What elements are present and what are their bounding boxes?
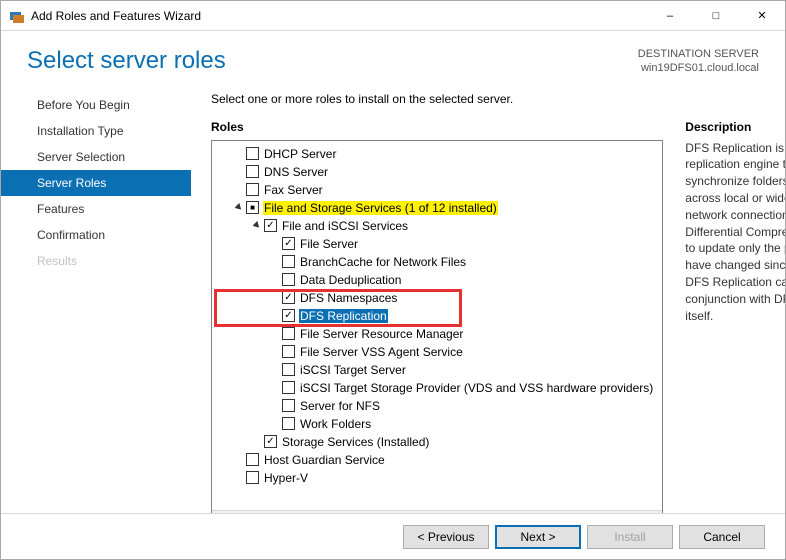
header: Select server roles DESTINATION SERVER w… [1,31,785,84]
role-checkbox[interactable] [246,201,259,214]
role-checkbox[interactable] [282,237,295,250]
role-label[interactable]: iSCSI Target Server [299,363,407,377]
install-button: Install [587,525,673,549]
description-column: Description DFS Replication is a multima… [685,120,785,513]
wizard-step-results: Results [1,248,191,274]
roles-tree[interactable]: DHCP Server DNS Server Fax Server File and … [211,140,663,513]
role-label[interactable]: File Server Resource Manager [299,327,464,341]
role-label[interactable]: Fax Server [263,183,324,197]
role-checkbox[interactable] [282,273,295,286]
role-checkbox[interactable] [246,165,259,178]
role-label[interactable]: BranchCache for Network Files [299,255,467,269]
wizard-step-installation-type[interactable]: Installation Type [1,118,191,144]
next-button[interactable]: Next > [495,525,581,549]
role-label[interactable]: DHCP Server [263,147,337,161]
role-item[interactable]: Data Deduplication [212,271,662,289]
role-checkbox[interactable] [282,309,295,322]
minimize-button[interactable]: – [647,1,693,31]
role-label[interactable]: DFS Replication [299,309,388,323]
role-label[interactable]: Storage Services (Installed) [281,435,430,449]
role-item[interactable]: DNS Server [212,163,662,181]
role-checkbox[interactable] [282,345,295,358]
role-label[interactable]: Hyper-V [263,471,309,485]
main-panel: Select one or more roles to install on t… [191,84,785,513]
close-button[interactable]: ✕ [739,1,785,31]
maximize-button[interactable]: □ [693,1,739,31]
role-checkbox[interactable] [264,435,277,448]
role-checkbox[interactable] [246,147,259,160]
role-item[interactable]: File and Storage Services (1 of 12 insta… [212,199,662,217]
role-item[interactable]: File and iSCSI Services [212,217,662,235]
server-manager-icon [9,8,25,24]
role-checkbox[interactable] [282,327,295,340]
previous-button[interactable]: < Previous [403,525,489,549]
collapse-icon[interactable] [250,221,264,230]
role-item[interactable]: BranchCache for Network Files [212,253,662,271]
role-checkbox[interactable] [282,255,295,268]
role-item[interactable]: DHCP Server [212,145,662,163]
role-item[interactable]: DFS Namespaces [212,289,662,307]
role-item[interactable]: iSCSI Target Server [212,361,662,379]
wizard-step-server-roles[interactable]: Server Roles [1,170,191,196]
role-label[interactable]: iSCSI Target Storage Provider (VDS and V… [299,381,654,395]
role-checkbox[interactable] [282,417,295,430]
columns: Roles DHCP Server DNS Server Fax Server Fil… [191,120,785,513]
wizard-steps: Before You BeginInstallation TypeServer … [1,84,191,513]
role-checkbox[interactable] [282,381,295,394]
role-label[interactable]: File Server [299,237,359,251]
role-checkbox[interactable] [282,363,295,376]
role-checkbox[interactable] [246,183,259,196]
role-label[interactable]: File and Storage Services (1 of 12 insta… [263,201,498,215]
role-checkbox[interactable] [282,291,295,304]
role-item[interactable]: Host Guardian Service [212,451,662,469]
role-label[interactable]: Work Folders [299,417,372,431]
role-label[interactable]: Host Guardian Service [263,453,386,467]
role-item[interactable]: Hyper-V [212,469,662,487]
destination-info: DESTINATION SERVER win19DFS01.cloud.loca… [638,47,759,76]
description-heading: Description [685,120,785,134]
role-label[interactable]: DNS Server [263,165,329,179]
horizontal-scrollbar[interactable] [212,510,662,513]
button-row: < Previous Next > Install Cancel [1,513,785,559]
description-text: DFS Replication is a multimaster replica… [685,140,785,325]
role-label[interactable]: Server for NFS [299,399,381,413]
collapse-icon[interactable] [232,203,246,212]
wizard-window: Add Roles and Features Wizard – □ ✕ Sele… [0,0,786,560]
role-label[interactable]: File and iSCSI Services [281,219,409,233]
role-item[interactable]: Work Folders [212,415,662,433]
role-label[interactable]: Data Deduplication [299,273,402,287]
role-checkbox[interactable] [264,219,277,232]
window-controls: – □ ✕ [647,1,785,31]
destination-label: DESTINATION SERVER [638,47,759,61]
instruction-text: Select one or more roles to install on t… [191,92,785,106]
content: Before You BeginInstallation TypeServer … [1,84,785,513]
wizard-step-server-selection[interactable]: Server Selection [1,144,191,170]
role-checkbox[interactable] [246,453,259,466]
window-title: Add Roles and Features Wizard [31,9,647,23]
wizard-step-confirmation[interactable]: Confirmation [1,222,191,248]
roles-heading: Roles [211,120,663,134]
role-item[interactable]: Fax Server [212,181,662,199]
role-item[interactable]: iSCSI Target Storage Provider (VDS and V… [212,379,662,397]
wizard-step-features[interactable]: Features [1,196,191,222]
role-label[interactable]: DFS Namespaces [299,291,398,305]
cancel-button[interactable]: Cancel [679,525,765,549]
page-title: Select server roles [27,47,226,75]
role-item[interactable]: File Server [212,235,662,253]
titlebar: Add Roles and Features Wizard – □ ✕ [1,1,785,31]
roles-column: Roles DHCP Server DNS Server Fax Server Fil… [211,120,663,513]
role-item[interactable]: DFS Replication [212,307,662,325]
role-item[interactable]: File Server Resource Manager [212,325,662,343]
role-item[interactable]: File Server VSS Agent Service [212,343,662,361]
destination-value: win19DFS01.cloud.local [638,61,759,75]
role-checkbox[interactable] [246,471,259,484]
role-checkbox[interactable] [282,399,295,412]
role-label[interactable]: File Server VSS Agent Service [299,345,464,359]
role-item[interactable]: Server for NFS [212,397,662,415]
wizard-step-before-you-begin[interactable]: Before You Begin [1,92,191,118]
role-item[interactable]: Storage Services (Installed) [212,433,662,451]
